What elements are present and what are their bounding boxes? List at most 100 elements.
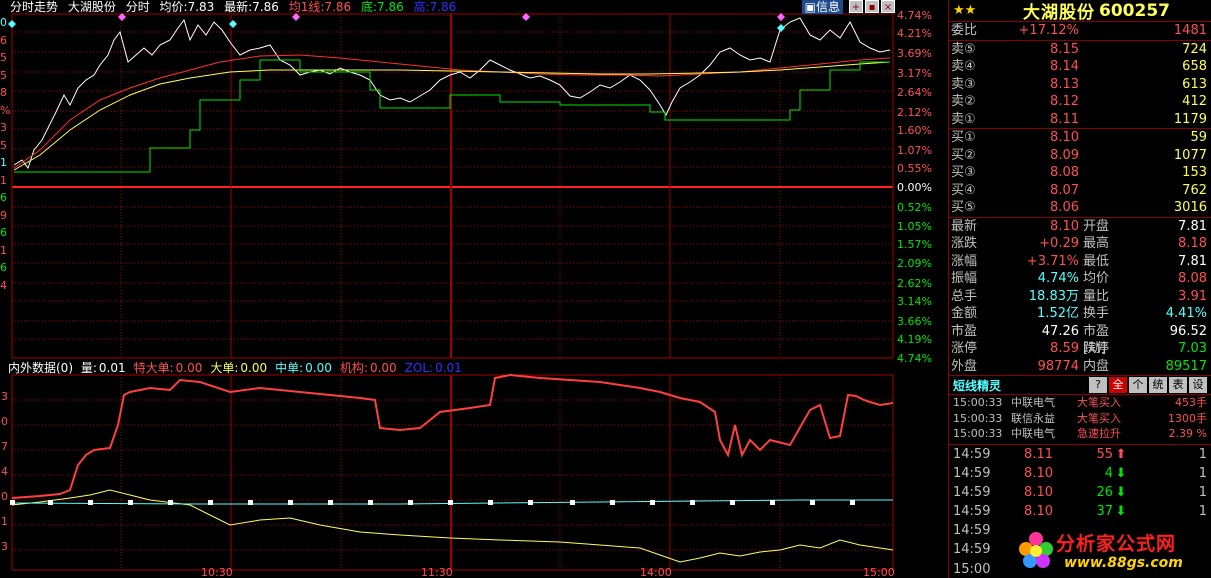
left-strip-char: 6: [0, 191, 7, 204]
book-volume: 762: [1182, 182, 1207, 198]
weibi-value: +17.12%: [1018, 23, 1079, 38]
tick-row: 14:59 8.10 37 ⬇ 1: [949, 502, 1211, 521]
quote-label: 最新: [951, 218, 978, 234]
tick-count: 1: [1198, 504, 1207, 520]
sub-marker: [48, 500, 53, 505]
sub-chart-item-value: 0.00: [305, 361, 332, 375]
book-volume: 1077: [1173, 147, 1207, 163]
intraday-chart-area[interactable]: 4.74% 4.21% 3.69% 3.17% 2.64% 2.12% 1.60% 1.07%…: [0, 0, 947, 578]
quote-label: 涨幅: [951, 253, 978, 269]
sub-chart-item-label: 中单:: [275, 361, 304, 375]
time-axis-label: 14:00: [640, 566, 672, 578]
price-axis-label: 4.74%: [897, 352, 932, 365]
book-volume: 724: [1182, 41, 1207, 57]
tick-count: 1: [1198, 465, 1207, 481]
price-axis-label: 2.12%: [897, 106, 932, 119]
sub-chart-item-value: 0.00: [369, 361, 397, 375]
restore-icon[interactable]: ▪: [865, 0, 879, 13]
quote-value: 98774: [1037, 358, 1079, 374]
ask-row[interactable]: 卖④ 8.14 658: [949, 58, 1211, 76]
wizard-list: 15:00:33 中联电气 大笔买入 453手 15:00:33 联信永益 大笔买入 1300…: [949, 395, 1211, 442]
watermark-url: www.88gs.com: [1064, 555, 1183, 571]
quote-label: 内盘: [1083, 358, 1110, 374]
tick-volume: 37: [1096, 504, 1113, 520]
time-axis-label: 11:30: [421, 566, 453, 578]
left-strip-char: 4: [0, 278, 7, 292]
price-axis-label: 3.66%: [897, 315, 932, 328]
ask-list: 卖⑤ 8.15 724 卖④ 8.14 658 卖③ 8.13 613 卖② 8.12 412 卖① 8.…: [949, 39, 1211, 129]
left-strip-char: 5: [0, 51, 7, 64]
left-strip-char: 1: [0, 156, 7, 169]
price-axis-zero-label: 0.00%: [897, 181, 932, 194]
left-strip-char: 6: [0, 33, 7, 47]
quote-label: 总手: [951, 288, 978, 304]
price-axis-label: 4.21%: [897, 27, 932, 40]
sub-marker: [488, 500, 493, 505]
price-axis-label: 1.07%: [897, 144, 932, 157]
wizard-event: 大笔买入: [1077, 396, 1121, 409]
wizard-button[interactable]: ?: [1089, 377, 1107, 393]
sub-red-line: [11, 373, 894, 499]
left-strip-char: %: [0, 103, 11, 117]
wizard-button[interactable]: 设: [1189, 377, 1207, 393]
info-button[interactable]: ▣信息: [801, 0, 843, 14]
price-axis-label: 4.19%: [897, 333, 932, 346]
sub-chart-item: ZOL: 0.01: [405, 361, 466, 375]
expand-icon[interactable]: +: [849, 0, 863, 13]
book-label: 卖⑤: [951, 41, 976, 57]
book-price: 8.10: [1050, 130, 1079, 145]
left-strip-char: 1: [0, 173, 7, 187]
wizard-row[interactable]: 15:00:33 联信永益 大笔买入 1300手: [949, 411, 1211, 427]
wizard-row[interactable]: 15:00:33 中联电气 大笔买入 453手: [949, 395, 1211, 411]
ask-row[interactable]: 卖③ 8.13 613: [949, 76, 1211, 94]
short-line-wizard-header: 短线精灵 ? 全个统表设: [949, 375, 1211, 395]
tick-time: 14:59: [953, 504, 991, 520]
ask-row[interactable]: 卖① 8.11 1179: [949, 111, 1211, 129]
high-label: 高:: [413, 0, 430, 14]
tick-row: 14:59 8.10 26 ⬇ 1: [949, 483, 1211, 502]
book-price: 8.06: [1050, 200, 1079, 215]
wizard-button[interactable]: 表: [1169, 377, 1187, 393]
weibi-label: 委比: [951, 23, 978, 38]
quote-value: 47.26: [1041, 323, 1079, 339]
book-label: 卖②: [951, 94, 976, 109]
bid-row[interactable]: 买② 8.09 1077: [949, 147, 1211, 165]
sub-marker: [368, 500, 373, 505]
star-rating-icon: ★★: [953, 3, 977, 18]
bid-row[interactable]: 买⑤ 8.06 3016: [949, 199, 1211, 217]
left-strip-char: 6: [0, 226, 7, 239]
wizard-value: 2.39 %: [1168, 427, 1207, 440]
intraday-chart-svg[interactable]: 4.74% 4.21% 3.69% 3.17% 2.64% 2.12% 1.60% 1.07%…: [0, 0, 947, 578]
bid-row[interactable]: 买③ 8.08 153: [949, 164, 1211, 182]
ask-row[interactable]: 卖⑤ 8.15 724: [949, 41, 1211, 59]
ask-row[interactable]: 卖② 8.12 412: [949, 93, 1211, 111]
bid-row[interactable]: 买④ 8.07 762: [949, 182, 1211, 200]
price-axis-label: 2.64%: [897, 86, 932, 99]
wizard-button[interactable]: 统: [1149, 377, 1167, 393]
wizard-button[interactable]: 个: [1129, 377, 1147, 393]
left-strip-char: 0: [0, 16, 7, 29]
quote-row: 最新 8.10 开盘 7.81: [949, 218, 1211, 236]
wizard-button[interactable]: 全: [1109, 377, 1127, 393]
sub-chart-item-value: 0.01: [98, 361, 126, 375]
wizard-row[interactable]: 15:00:33 中联电气 急速拉升 2.39 %: [949, 426, 1211, 442]
tick-volume: 26: [1096, 484, 1113, 500]
sub-marker: [10, 500, 15, 505]
last-label: 最新:: [224, 0, 253, 14]
tick-count: 1: [1198, 446, 1207, 462]
sub-marker: [810, 500, 815, 505]
book-label: 卖④: [951, 59, 976, 74]
close-icon[interactable]: ×: [881, 0, 895, 13]
chart-stock-name: 大湖股份: [67, 0, 116, 14]
bid-row[interactable]: 买① 8.10 59: [949, 129, 1211, 147]
quote-row: 涨停 8.59 跌停 7.03: [949, 340, 1211, 358]
book-volume: 613: [1182, 76, 1207, 92]
quote-value: 1.52亿: [1037, 306, 1079, 321]
sub-marker: [408, 500, 413, 505]
quote-label: 市盈[动]: [1083, 323, 1110, 357]
weibi-vol: 1481: [1173, 23, 1207, 38]
quote-row: 金额 1.52亿 换手 4.41%: [949, 305, 1211, 323]
quote-row: 市盈 47.26 市盈[动] 96.52: [949, 323, 1211, 357]
price-axis-label: 3.17%: [897, 67, 932, 80]
quote-value: 7.81: [1178, 253, 1207, 269]
